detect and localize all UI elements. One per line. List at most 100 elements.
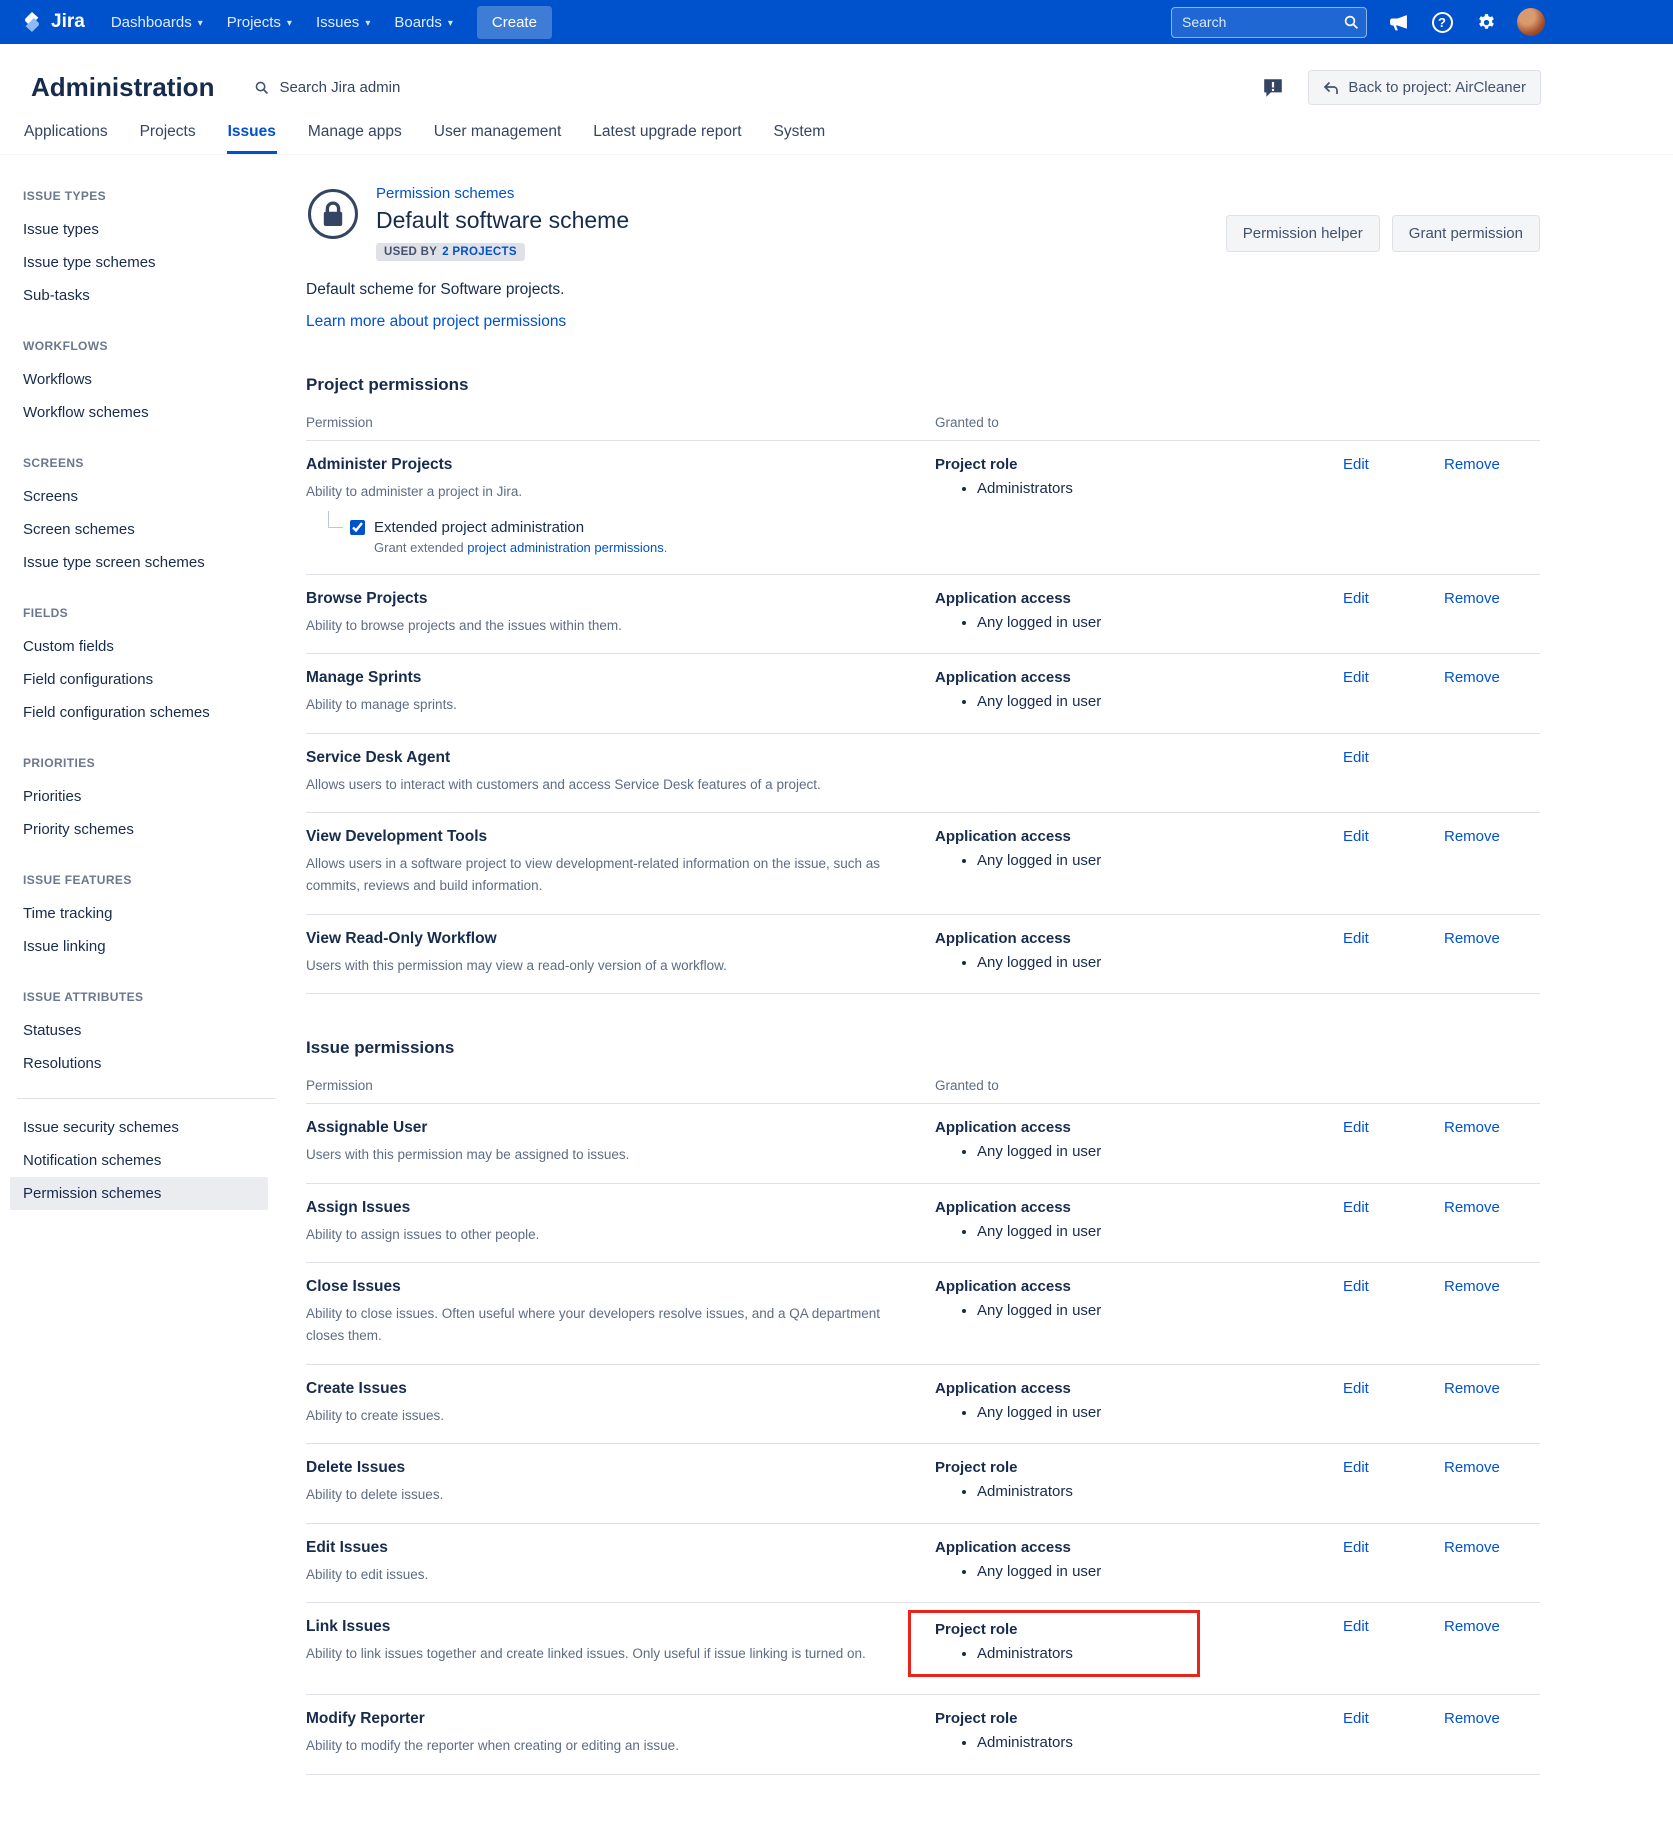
action-cell: Remove [1444,1618,1540,1636]
granted-list: Administrators [935,478,1343,497]
sidebar-item-field-configurations[interactable]: Field configurations [23,663,270,696]
sidebar-item-issue-type-screen-schemes[interactable]: Issue type screen schemes [23,546,270,579]
remove-link[interactable]: Remove [1444,1278,1500,1295]
sidebar-item-issue-types[interactable]: Issue types [23,213,270,246]
action-cell: Edit [1343,1380,1444,1398]
edit-link[interactable]: Edit [1343,828,1369,845]
remove-link[interactable]: Remove [1444,1199,1500,1216]
sidebar-item-issue-linking[interactable]: Issue linking [23,930,270,963]
create-button[interactable]: Create [477,6,552,39]
edit-link[interactable]: Edit [1343,930,1369,947]
sidebar-item-issue-security-schemes[interactable]: Issue security schemes [10,1111,268,1144]
action-cell: Remove [1444,669,1540,687]
navbar-item-dashboards[interactable]: Dashboards▾ [99,7,215,38]
remove-link[interactable]: Remove [1444,930,1500,947]
permission-helper-button[interactable]: Permission helper [1226,215,1380,252]
sidebar-item-workflows[interactable]: Workflows [23,363,270,396]
edit-link[interactable]: Edit [1343,1618,1369,1635]
sidebar-item-resolutions[interactable]: Resolutions [23,1047,270,1080]
remove-link[interactable]: Remove [1444,1710,1500,1727]
granted-cell: Project roleAdministrators [935,456,1343,497]
admin-search-input[interactable] [277,78,487,97]
sidebar-item-screen-schemes[interactable]: Screen schemes [23,513,270,546]
tab-issues[interactable]: Issues [227,115,277,154]
navbar-search [1171,7,1367,38]
granted-list: Administrators [935,1643,1187,1662]
edit-link[interactable]: Edit [1343,1710,1369,1727]
navbar-item-boards[interactable]: Boards▾ [382,7,465,38]
sidebar-item-field-configuration-schemes[interactable]: Field configuration schemes [23,696,270,729]
extended-admin-checkbox[interactable] [350,520,365,535]
remove-link[interactable]: Remove [1444,1380,1500,1397]
edit-link[interactable]: Edit [1343,1459,1369,1476]
navbar-item-label: Dashboards [111,14,192,31]
remove-link[interactable]: Remove [1444,1119,1500,1136]
permission-description: Ability to administer a project in Jira. [306,481,935,503]
action-cell: Remove [1444,930,1540,948]
edit-link[interactable]: Edit [1343,1119,1369,1136]
used-by-projects-link[interactable]: 2 PROJECTS [442,246,517,258]
sidebar-section-heading-issue-types: ISSUE TYPES [23,189,270,203]
tab-projects[interactable]: Projects [139,115,197,154]
admin-search [254,78,487,97]
tab-system[interactable]: System [773,115,827,154]
permission-row-view-read-only-workflow: View Read-Only WorkflowUsers with this p… [306,915,1540,995]
action-cell: Edit [1343,1710,1444,1728]
remove-link[interactable]: Remove [1444,828,1500,845]
remove-link[interactable]: Remove [1444,456,1500,473]
grant-permission-button[interactable]: Grant permission [1392,215,1540,252]
user-avatar[interactable] [1517,8,1545,36]
sidebar-item-priority-schemes[interactable]: Priority schemes [23,813,270,846]
jira-logo[interactable]: Jira [14,10,99,34]
sidebar-item-screens[interactable]: Screens [23,480,270,513]
sidebar-item-priorities[interactable]: Priorities [23,780,270,813]
edit-link[interactable]: Edit [1343,590,1369,607]
edit-link[interactable]: Edit [1343,1380,1369,1397]
settings-gear-icon[interactable] [1473,9,1499,35]
sidebar-item-statuses[interactable]: Statuses [23,1014,270,1047]
navbar-search-input[interactable] [1171,7,1367,38]
announcement-icon[interactable] [1385,9,1411,35]
extended-admin-row: Extended project administration [306,519,935,536]
granted-cell: Application accessAny logged in user [935,1278,1343,1319]
sidebar-item-notification-schemes[interactable]: Notification schemes [10,1144,268,1177]
edit-link[interactable]: Edit [1343,749,1369,766]
remove-link[interactable]: Remove [1444,1459,1500,1476]
breadcrumb-permission-schemes[interactable]: Permission schemes [376,185,629,202]
sidebar-item-time-tracking[interactable]: Time tracking [23,897,270,930]
edit-link[interactable]: Edit [1343,1199,1369,1216]
feedback-icon[interactable] [1262,77,1284,99]
tab-user-management[interactable]: User management [433,115,563,154]
sidebar-item-permission-schemes[interactable]: Permission schemes [10,1177,268,1210]
sidebar-item-sub-tasks[interactable]: Sub-tasks [23,279,270,312]
edit-link[interactable]: Edit [1343,1278,1369,1295]
column-header-granted-to: Granted to [935,415,1343,430]
navbar-item-projects[interactable]: Projects▾ [215,7,304,38]
remove-link[interactable]: Remove [1444,1539,1500,1556]
remove-link[interactable]: Remove [1444,669,1500,686]
granted-content: Application accessAny logged in user [935,1539,1343,1580]
tab-applications[interactable]: Applications [23,115,109,154]
action-cell: Remove [1444,1380,1540,1398]
navbar-item-issues[interactable]: Issues▾ [304,7,382,38]
sidebar-item-workflow-schemes[interactable]: Workflow schemes [23,396,270,429]
permission-name: Assign Issues [306,1199,935,1217]
remove-link[interactable]: Remove [1444,1618,1500,1635]
edit-link[interactable]: Edit [1343,456,1369,473]
action-cell: Remove [1444,1119,1540,1137]
back-to-project-button[interactable]: Back to project: AirCleaner [1308,70,1541,105]
tab-latest-upgrade-report[interactable]: Latest upgrade report [592,115,742,154]
permission-cell: View Development ToolsAllows users in a … [306,828,935,896]
help-icon[interactable]: ? [1429,9,1455,35]
remove-link[interactable]: Remove [1444,590,1500,607]
granted-content: Project roleAdministrators [935,1459,1343,1500]
sidebar-item-issue-type-schemes[interactable]: Issue type schemes [23,246,270,279]
edit-link[interactable]: Edit [1343,669,1369,686]
tab-manage-apps[interactable]: Manage apps [307,115,403,154]
learn-more-link[interactable]: Learn more about project permissions [306,313,566,331]
edit-link[interactable]: Edit [1343,1539,1369,1556]
action-cell: Edit [1343,1278,1444,1296]
sidebar-item-custom-fields[interactable]: Custom fields [23,630,270,663]
granted-content: Application accessAny logged in user [935,930,1343,971]
project-admin-permissions-link[interactable]: project administration permissions [467,540,664,555]
